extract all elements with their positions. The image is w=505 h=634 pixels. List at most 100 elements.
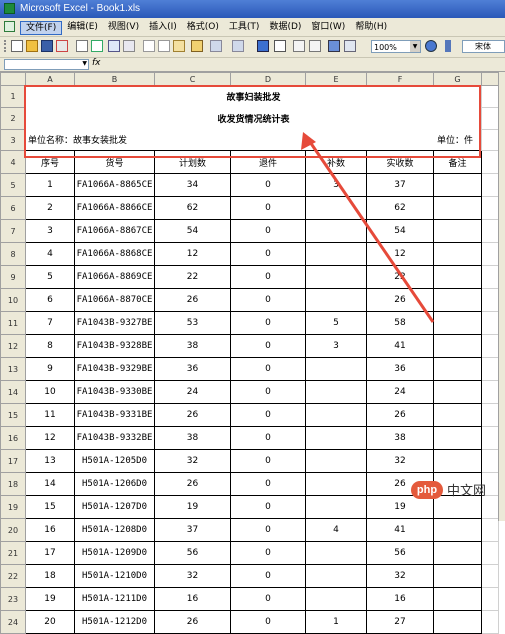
column-header[interactable]: A: [25, 72, 75, 86]
table-cell[interactable]: 0: [230, 449, 306, 473]
table-cell[interactable]: [305, 541, 367, 565]
table-cell[interactable]: 62: [154, 196, 231, 220]
table-cell[interactable]: 0: [230, 472, 306, 496]
table-cell[interactable]: 17: [25, 541, 75, 565]
table-cell[interactable]: 32: [154, 564, 231, 588]
table-cell[interactable]: [433, 311, 482, 335]
table-cell[interactable]: 2: [25, 196, 75, 220]
table-cell[interactable]: 19: [25, 587, 75, 611]
table-cell[interactable]: FA1043B-9328BE: [74, 334, 155, 358]
table-cell[interactable]: H501A-1212D0: [74, 610, 155, 634]
table-cell[interactable]: 12: [154, 242, 231, 266]
print-preview-icon[interactable]: [91, 40, 103, 52]
copy-icon[interactable]: [158, 40, 170, 52]
cell[interactable]: [481, 380, 499, 404]
cell[interactable]: [481, 150, 499, 174]
row-header[interactable]: 17: [0, 449, 26, 473]
table-cell[interactable]: 26: [154, 472, 231, 496]
table-cell[interactable]: 1: [25, 173, 75, 197]
table-cell[interactable]: 0: [230, 564, 306, 588]
table-cell[interactable]: 0: [230, 219, 306, 243]
table-cell[interactable]: [433, 265, 482, 289]
table-cell[interactable]: 54: [154, 219, 231, 243]
table-cell[interactable]: 4: [25, 242, 75, 266]
table-cell[interactable]: FA1043B-9329BE: [74, 357, 155, 381]
table-cell[interactable]: 0: [230, 196, 306, 220]
redo-icon[interactable]: [232, 40, 244, 52]
table-cell[interactable]: 38: [366, 426, 434, 450]
table-cell[interactable]: 0: [230, 495, 306, 519]
sort-ascending-icon[interactable]: [293, 40, 305, 52]
table-cell[interactable]: [433, 242, 482, 266]
table-header-cell[interactable]: 实收数: [366, 150, 434, 174]
column-header[interactable]: F: [366, 72, 434, 86]
cell[interactable]: [481, 311, 499, 335]
table-cell[interactable]: FA1043B-9332BE: [74, 426, 155, 450]
table-cell[interactable]: 56: [154, 541, 231, 565]
table-cell[interactable]: 0: [230, 426, 306, 450]
column-header[interactable]: C: [154, 72, 231, 86]
menu-item[interactable]: 窗口(W): [306, 21, 350, 35]
table-header-cell[interactable]: 补数: [305, 150, 367, 174]
table-cell[interactable]: [305, 449, 367, 473]
table-cell[interactable]: [305, 219, 367, 243]
table-cell[interactable]: FA1043B-9331BE: [74, 403, 155, 427]
table-cell[interactable]: 0: [230, 173, 306, 197]
table-cell[interactable]: 15: [25, 495, 75, 519]
table-header-cell[interactable]: 序号: [25, 150, 75, 174]
row-header[interactable]: 18: [0, 472, 26, 496]
table-cell[interactable]: 3: [305, 173, 367, 197]
table-cell[interactable]: FA1066A-8865CE: [74, 173, 155, 197]
unit-name-cell[interactable]: 单位名称：故事女装批发: [26, 130, 306, 151]
row-header[interactable]: 8: [0, 242, 26, 266]
row-header[interactable]: 1: [0, 85, 26, 108]
table-cell[interactable]: [305, 242, 367, 266]
table-cell[interactable]: 0: [230, 518, 306, 542]
table-cell[interactable]: H501A-1210D0: [74, 564, 155, 588]
open-icon[interactable]: [26, 40, 38, 52]
row-header[interactable]: 9: [0, 265, 26, 289]
table-cell[interactable]: [433, 403, 482, 427]
table-cell[interactable]: 0: [230, 541, 306, 565]
row-header[interactable]: 21: [0, 541, 26, 565]
table-cell[interactable]: [433, 380, 482, 404]
row-header[interactable]: 24: [0, 610, 26, 634]
table-header-cell[interactable]: 计划数: [154, 150, 231, 174]
table-cell[interactable]: 0: [230, 380, 306, 404]
new-icon[interactable]: [11, 40, 23, 52]
cell[interactable]: [481, 265, 499, 289]
cell[interactable]: [481, 357, 499, 381]
chevron-down-icon[interactable]: ▼: [410, 41, 420, 52]
cell[interactable]: [481, 403, 499, 427]
table-cell[interactable]: 0: [230, 334, 306, 358]
table-cell[interactable]: FA1066A-8868CE: [74, 242, 155, 266]
table-cell[interactable]: 0: [230, 587, 306, 611]
table-cell[interactable]: 20: [25, 610, 75, 634]
row-header[interactable]: 4: [0, 150, 26, 174]
table-cell[interactable]: 41: [366, 518, 434, 542]
cell[interactable]: [481, 219, 499, 243]
table-cell[interactable]: 12: [366, 242, 434, 266]
table-cell[interactable]: 5: [25, 265, 75, 289]
table-cell[interactable]: 32: [366, 564, 434, 588]
table-cell[interactable]: 56: [366, 541, 434, 565]
table-cell[interactable]: H501A-1207D0: [74, 495, 155, 519]
table-cell[interactable]: 27: [366, 610, 434, 634]
table-cell[interactable]: 3: [25, 219, 75, 243]
table-cell[interactable]: 0: [230, 610, 306, 634]
table-cell[interactable]: 18: [25, 564, 75, 588]
table-cell[interactable]: 13: [25, 449, 75, 473]
cell[interactable]: [481, 242, 499, 266]
table-cell[interactable]: FA1066A-8867CE: [74, 219, 155, 243]
table-cell[interactable]: 26: [154, 403, 231, 427]
table-cell[interactable]: 3: [305, 334, 367, 358]
table-cell[interactable]: H501A-1209D0: [74, 541, 155, 565]
table-cell[interactable]: FA1043B-9327BE: [74, 311, 155, 335]
fx-icon[interactable]: fx: [92, 58, 101, 68]
table-cell[interactable]: [433, 173, 482, 197]
row-header[interactable]: 20: [0, 518, 26, 542]
row-header[interactable]: 22: [0, 564, 26, 588]
table-cell[interactable]: 0: [230, 357, 306, 381]
table-cell[interactable]: FA1066A-8869CE: [74, 265, 155, 289]
table-cell[interactable]: H501A-1206D0: [74, 472, 155, 496]
